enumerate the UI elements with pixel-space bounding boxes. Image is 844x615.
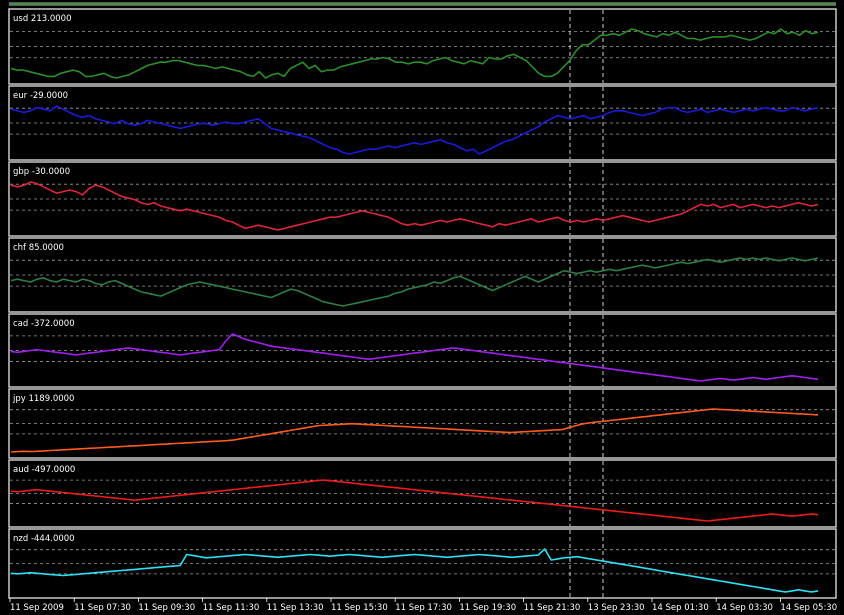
panel-jpy: jpy 1189.0000: [8, 388, 837, 459]
x-tick-label: 11 Sep 21:30: [524, 603, 581, 613]
panel-label: eur -29.0000: [13, 91, 68, 101]
panel-label: cad -372.0000: [13, 319, 75, 329]
panel-label: nzd -444.0000: [13, 534, 75, 544]
multi-currency-chart: usd 213.0000 eur -29.0000 gbp -30.0000 chf …: [0, 0, 844, 615]
panel-nzd: nzd -444.0000: [8, 528, 837, 599]
panel-label: usd 213.0000: [13, 14, 71, 24]
panel-label: chf 85.0000: [13, 243, 64, 253]
x-tick-label: 14 Sep 05:30: [780, 603, 837, 613]
x-tick-label: 13 Sep 23:30: [588, 603, 645, 613]
x-tick-label: 14 Sep 01:30: [652, 603, 709, 613]
x-tick-label: 11 Sep 09:30: [138, 603, 195, 613]
x-tick-label: 11 Sep 2009: [10, 603, 64, 613]
x-tick-label: 11 Sep 13:30: [267, 603, 324, 613]
panel-label: jpy 1189.0000: [12, 394, 74, 404]
panel-usd: usd 213.0000: [8, 8, 837, 85]
panel-label: gbp -30.0000: [13, 167, 70, 177]
x-tick-label: 11 Sep 17:30: [395, 603, 452, 613]
x-tick-label: 11 Sep 19:30: [459, 603, 516, 613]
panel-frame: [8, 528, 837, 599]
chart-window: usd 213.0000 eur -29.0000 gbp -30.0000 chf …: [0, 0, 844, 615]
x-tick-label: 11 Sep 11:30: [203, 603, 260, 613]
panel-cad: cad -372.0000: [8, 313, 837, 388]
x-tick-label: 11 Sep 07:30: [74, 603, 131, 613]
panel-aud: aud -497.0000: [8, 459, 837, 528]
panel-frame: [8, 388, 837, 459]
panel-frame: [8, 85, 837, 161]
panel-frame: [8, 459, 837, 528]
panel-eur: eur -29.0000: [8, 85, 837, 161]
panel-frame: [8, 313, 837, 388]
panel-gbp: gbp -30.0000: [8, 161, 837, 237]
panel-label: aud -497.0000: [13, 465, 75, 475]
x-tick-label: 14 Sep 03:30: [716, 603, 773, 613]
panel-chf: chf 85.0000: [8, 237, 837, 313]
panel-frame: [8, 237, 837, 313]
x-tick-label: 11 Sep 15:30: [331, 603, 388, 613]
